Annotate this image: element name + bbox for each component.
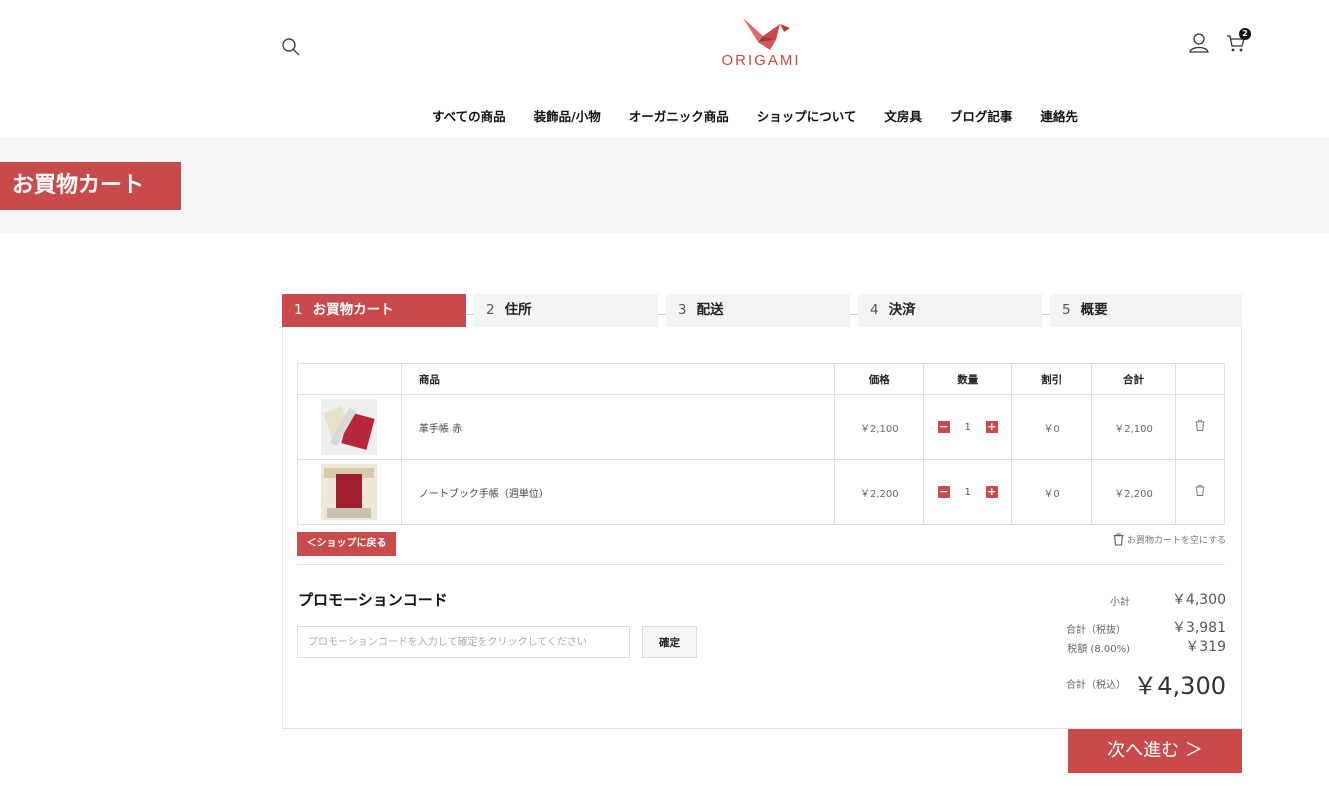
step-payment[interactable]: 4 決済 <box>858 294 1042 327</box>
cart-table: 商品 価格 数量 割引 合計 革手帳 赤 ￥2,100 − 1 + ￥0 ￥2,… <box>297 363 1225 525</box>
product-image-cell <box>297 459 402 525</box>
step-address[interactable]: 2 住所 <box>474 294 658 327</box>
step-number: 2 <box>486 302 495 318</box>
increase-qty-button[interactable]: + <box>985 486 998 498</box>
promo-confirm-button[interactable]: 確定 <box>642 626 697 658</box>
step-summary[interactable]: 5 概要 <box>1050 294 1242 327</box>
col-price: 価格 <box>834 363 925 395</box>
col-product: 商品 <box>400 363 836 395</box>
table-row: ノートブック手帳（週単位） ￥2,200 − 1 + ￥0 ￥2,200 <box>297 459 1225 525</box>
empty-cart-label: お買物カートを空にする <box>1127 536 1227 546</box>
step-label: 決済 <box>888 302 916 318</box>
product-thumbnail[interactable] <box>321 399 378 455</box>
nav-item-blog[interactable]: ブログ記事 <box>950 106 1013 125</box>
increase-qty-button[interactable]: + <box>985 421 998 433</box>
step-shipping[interactable]: 3 配送 <box>666 294 850 327</box>
promo-title: プロモーションコード <box>298 591 448 609</box>
subtotal-label: 小計 <box>1110 597 1130 608</box>
trash-icon <box>1113 533 1124 546</box>
title-band <box>0 138 1329 234</box>
nav-item-organic[interactable]: オーガニック商品 <box>629 106 729 125</box>
qty-value[interactable]: 1 <box>962 422 974 433</box>
step-separator <box>850 314 858 315</box>
product-price: ￥2,100 <box>834 394 925 460</box>
origami-logo[interactable]: ORIGAMI <box>718 14 804 74</box>
nav-item-all-products[interactable]: すべての商品 <box>432 106 506 125</box>
step-number: 1 <box>294 302 303 318</box>
grand-total-value: ￥4,300 <box>1133 672 1226 700</box>
crane-logo-icon <box>743 18 790 50</box>
step-label: 概要 <box>1080 302 1108 318</box>
product-thumbnail[interactable] <box>321 464 378 520</box>
product-name[interactable]: 革手帳 赤 <box>400 394 836 460</box>
col-discount: 割引 <box>1011 363 1093 395</box>
step-number: 3 <box>678 302 687 318</box>
remove-cell <box>1175 394 1225 460</box>
nav-item-contact[interactable]: 連絡先 <box>1040 106 1078 125</box>
page-title: お買物カート <box>0 162 181 210</box>
cart-count-badge: 2 <box>1239 28 1251 40</box>
quantity-stepper: − 1 + <box>923 394 1013 460</box>
net-total-label: 合計（税抜） <box>1066 625 1126 636</box>
product-total: ￥2,200 <box>1091 459 1176 525</box>
quantity-stepper: − 1 + <box>923 459 1013 525</box>
step-label: 住所 <box>504 302 532 318</box>
grand-total-label: 合計（税込） <box>1066 680 1126 691</box>
decrease-qty-button[interactable]: − <box>937 486 950 498</box>
next-step-button[interactable]: 次へ進む ＞ <box>1068 729 1242 773</box>
user-icon[interactable] <box>1188 32 1210 54</box>
logo-text: ORIGAMI <box>721 52 801 69</box>
nav-item-about-shop[interactable]: ショップについて <box>757 106 857 125</box>
net-total-value: ￥3,981 <box>1171 620 1226 636</box>
col-qty: 数量 <box>923 363 1013 395</box>
step-number: 5 <box>1062 302 1071 318</box>
tax-value: ￥319 <box>1185 639 1226 655</box>
step-separator <box>658 314 666 315</box>
step-label: 配送 <box>696 302 724 318</box>
remove-cell <box>1175 459 1225 525</box>
divider <box>297 564 1225 565</box>
col-total: 合計 <box>1091 363 1176 395</box>
tax-label: 税額 (8.00%) <box>1067 644 1130 655</box>
back-to-shop-button[interactable]: ＜ショップに戻る <box>297 532 396 556</box>
checkout-steps: 1 お買物カート 2 住所 3 配送 4 決済 5 概要 <box>282 294 1242 327</box>
step-number: 4 <box>870 302 879 318</box>
step-separator <box>1042 314 1050 315</box>
product-name[interactable]: ノートブック手帳（週単位） <box>400 459 836 525</box>
step-separator <box>466 314 474 315</box>
col-actions <box>1175 363 1225 395</box>
promo-code-input[interactable] <box>297 626 630 658</box>
decrease-qty-button[interactable]: − <box>937 421 950 433</box>
search-icon[interactable] <box>281 37 301 57</box>
product-discount: ￥0 <box>1011 394 1093 460</box>
trash-icon[interactable] <box>1195 420 1205 431</box>
product-price: ￥2,200 <box>834 459 925 525</box>
step-cart[interactable]: 1 お買物カート <box>282 294 466 327</box>
nav-item-accessories[interactable]: 装飾品/小物 <box>534 106 601 125</box>
subtotal-value: ￥4,300 <box>1171 592 1226 608</box>
qty-value[interactable]: 1 <box>962 487 974 498</box>
empty-cart-button[interactable]: お買物カートを空にする <box>1113 533 1226 546</box>
product-total: ￥2,100 <box>1091 394 1176 460</box>
product-discount: ￥0 <box>1011 459 1093 525</box>
table-row: 革手帳 赤 ￥2,100 − 1 + ￥0 ￥2,100 <box>297 394 1225 460</box>
product-image-cell <box>297 394 402 460</box>
step-label: お買物カート <box>312 302 394 318</box>
col-image <box>297 363 402 395</box>
nav-item-stationery[interactable]: 文房具 <box>884 106 922 125</box>
trash-icon[interactable] <box>1195 485 1205 496</box>
table-header-row: 商品 価格 数量 割引 合計 <box>297 363 1225 395</box>
main-nav: すべての商品 装飾品/小物 オーガニック商品 ショップについて 文房具 ブログ記… <box>432 106 1078 125</box>
